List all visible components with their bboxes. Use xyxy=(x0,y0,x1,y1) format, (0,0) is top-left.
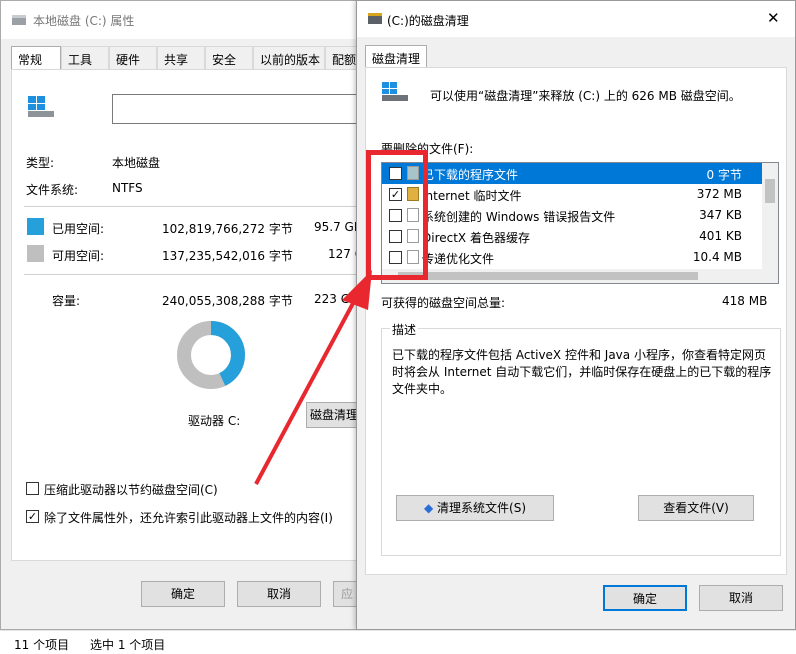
list-item[interactable]: 传递优化文件 10.4 MB xyxy=(382,247,764,268)
item-name: 系统创建的 Windows 错误报告文件 xyxy=(422,210,616,224)
vertical-scrollbar[interactable] xyxy=(762,163,778,283)
list-item[interactable]: 系统创建的 Windows 错误报告文件 347 KB xyxy=(382,205,764,226)
drive-icon xyxy=(382,82,408,101)
cleanup-summary: 可以使用“磁盘清理”来释放 (C:) 上的 626 MB 磁盘空间。 xyxy=(430,89,741,103)
index-label: 除了文件属性外，还允许索引此驱动器上文件的内容(I) xyxy=(44,511,333,525)
close-icon[interactable]: ✕ xyxy=(767,9,780,27)
free-space-bytes: 137,235,542,016 字节 xyxy=(162,249,293,263)
cleanup-cancel-button[interactable]: 取消 xyxy=(699,585,783,611)
cleanup-title-bar: (C:)的磁盘清理 ✕ xyxy=(357,1,795,37)
properties-title: 本地磁盘 (C:) 属性 xyxy=(33,14,135,28)
arrow-annotation xyxy=(254,270,372,485)
tab-general[interactable]: 常规 xyxy=(11,46,61,70)
scroll-thumb[interactable] xyxy=(765,179,775,203)
used-space-gb: 95.7 GB xyxy=(314,220,363,234)
compress-checkbox[interactable] xyxy=(26,482,39,495)
cleanup-icon xyxy=(368,13,382,24)
clean-system-files-button[interactable]: ◆ 清理系统文件(S) xyxy=(396,495,554,521)
type-label: 类型: xyxy=(26,156,55,170)
ok-button[interactable]: 确定 xyxy=(141,581,225,607)
horizontal-scrollbar[interactable] xyxy=(382,269,764,283)
tab-tools[interactable]: 工具 xyxy=(61,46,109,70)
total-space-label: 可获得的磁盘空间总量: xyxy=(381,296,506,310)
used-space-swatch xyxy=(27,218,44,235)
cleanup-title: (C:)的磁盘清理 xyxy=(387,14,469,28)
free-space-swatch xyxy=(27,245,44,262)
description-text: 已下载的程序文件包括 ActiveX 控件和 Java 小程序，你查看特定网页时… xyxy=(392,348,772,396)
drive-letter-label: 驱动器 C: xyxy=(188,414,241,428)
item-name: 已下载的程序文件 xyxy=(422,168,519,182)
tab-disk-cleanup[interactable]: 磁盘清理 xyxy=(365,45,427,68)
drive-name-input[interactable] xyxy=(112,94,362,124)
scroll-thumb[interactable] xyxy=(398,272,698,280)
cancel-button[interactable]: 取消 xyxy=(237,581,321,607)
tab-security[interactable]: 安全 xyxy=(205,46,253,70)
divider xyxy=(24,206,362,207)
total-space-value: 418 MB xyxy=(722,294,768,308)
item-count: 11 个项目 xyxy=(14,638,70,652)
filesystem-label: 文件系统: xyxy=(26,183,79,197)
windows-drive-icon xyxy=(28,96,54,117)
shield-icon: ◆ xyxy=(423,501,434,515)
item-size: 0 字节 xyxy=(706,168,742,182)
item-size: 372 MB xyxy=(696,187,742,201)
used-space-label: 已用空间: xyxy=(52,222,105,236)
list-item[interactable]: ✓ Internet 临时文件 372 MB xyxy=(382,184,764,205)
status-bar: 11 个项目 选中 1 个项目 xyxy=(0,630,796,654)
used-space-bytes: 102,819,766,272 字节 xyxy=(162,222,293,236)
description-label: 描述 xyxy=(390,321,419,338)
filesystem-value: NTFS xyxy=(112,181,143,195)
disk-cleanup-dialog: (C:)的磁盘清理 ✕ 磁盘清理 可以使用“磁盘清理”来释放 (C:) 上的 6… xyxy=(356,0,796,630)
list-item[interactable]: DirectX 着色器缓存 401 KB xyxy=(382,226,764,247)
selection-count: 选中 1 个项目 xyxy=(90,638,166,652)
index-checkbox[interactable]: ✓ xyxy=(26,510,39,523)
item-size: 401 KB xyxy=(699,229,742,243)
list-item[interactable]: ✓ 已下载的程序文件 0 字节 xyxy=(382,163,764,184)
item-size: 347 KB xyxy=(699,208,742,222)
item-size: 10.4 MB xyxy=(692,250,742,264)
free-space-label: 可用空间: xyxy=(52,249,105,263)
item-name: 传递优化文件 xyxy=(422,252,495,266)
properties-title-bar: 本地磁盘 (C:) 属性 xyxy=(1,1,361,39)
highlight-box xyxy=(366,150,428,280)
item-name: DirectX 着色器缓存 xyxy=(422,231,530,245)
view-files-button[interactable]: 查看文件(V) xyxy=(638,495,754,521)
tab-sharing[interactable]: 共享 xyxy=(157,46,205,70)
cleanup-ok-button[interactable]: 确定 xyxy=(603,585,687,611)
description-group: 描述 已下载的程序文件包括 ActiveX 控件和 Java 小程序，你查看特定… xyxy=(381,321,781,556)
files-list: ✓ 已下载的程序文件 0 字节 ✓ Internet 临时文件 372 MB 系… xyxy=(381,162,779,284)
drive-icon xyxy=(12,15,26,25)
clean-system-files-label: 清理系统文件(S) xyxy=(437,501,527,515)
item-name: Internet 临时文件 xyxy=(422,189,522,203)
tab-previous-versions[interactable]: 以前的版本 xyxy=(253,46,325,70)
usage-donut-chart xyxy=(177,321,245,389)
type-value: 本地磁盘 xyxy=(112,156,161,170)
tab-hardware[interactable]: 硬件 xyxy=(109,46,157,70)
compress-label: 压缩此驱动器以节约磁盘空间(C) xyxy=(44,483,218,497)
capacity-label: 容量: xyxy=(52,294,81,308)
cleanup-pane: 可以使用“磁盘清理”来释放 (C:) 上的 626 MB 磁盘空间。 要删除的文… xyxy=(365,67,787,575)
